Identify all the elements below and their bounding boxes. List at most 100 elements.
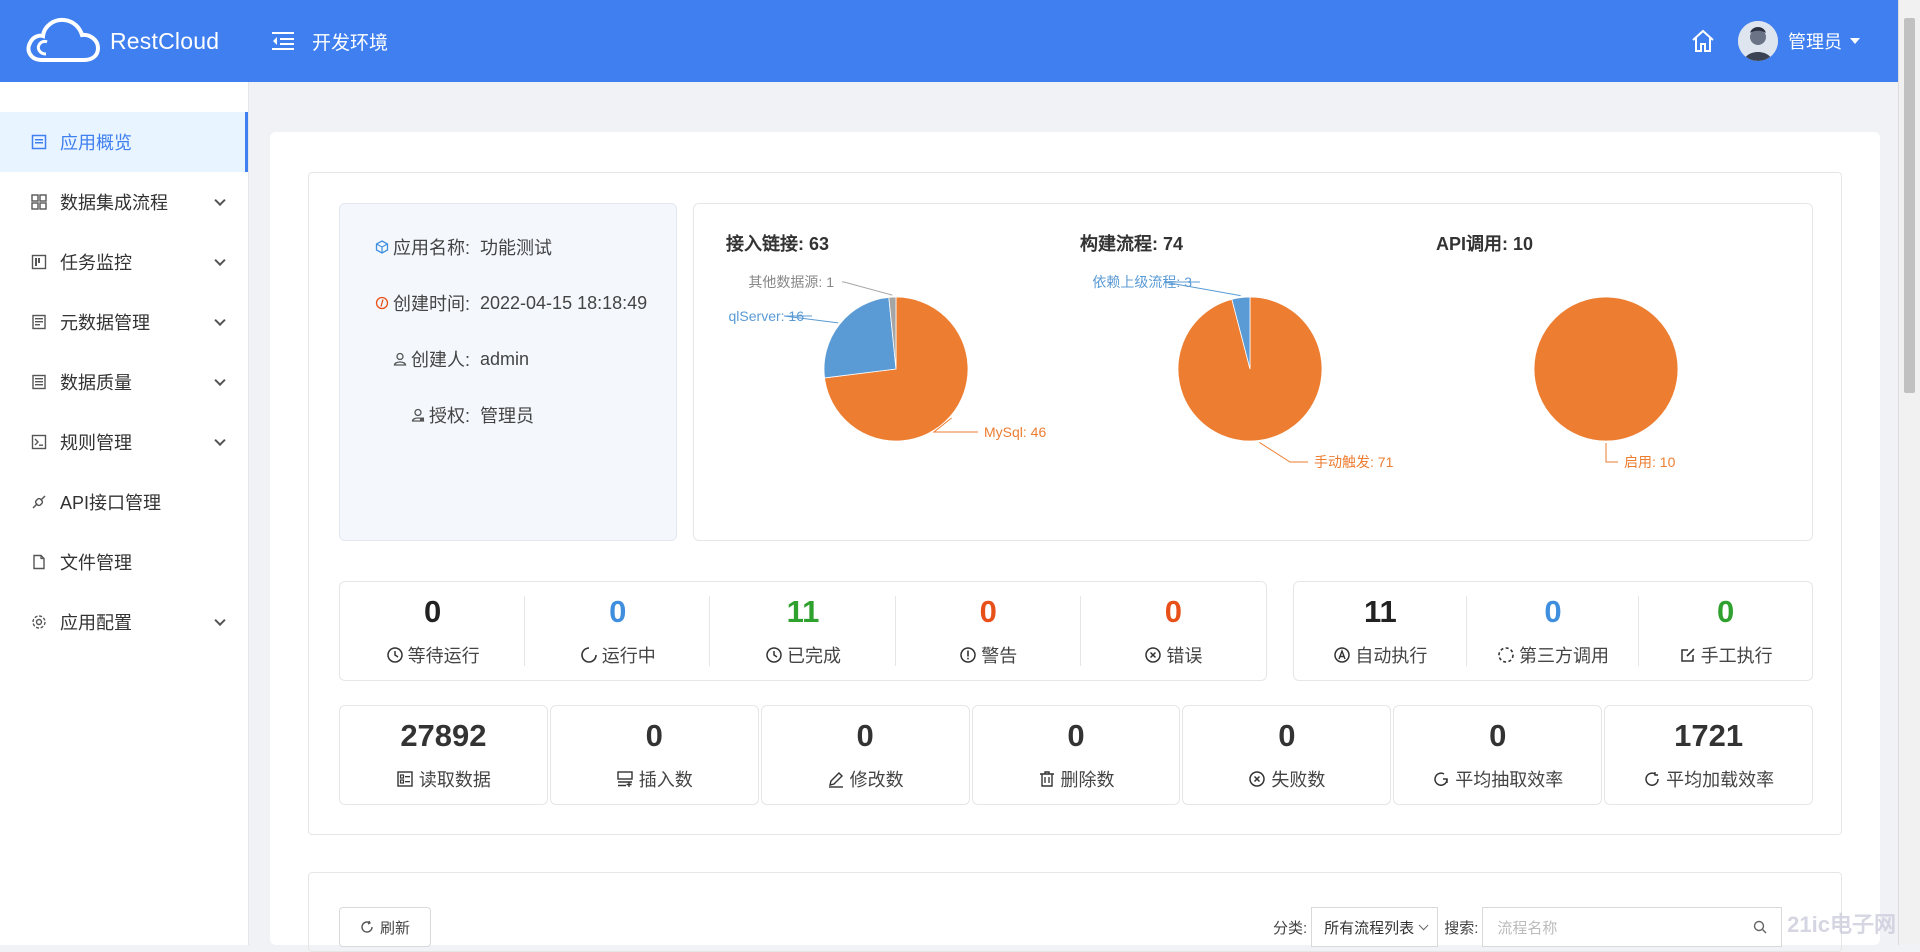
stat-value: 0	[1489, 718, 1506, 754]
stat-value: 27892	[400, 718, 486, 754]
environment-label: 开发环境	[312, 28, 388, 55]
refresh-icon	[1643, 770, 1661, 788]
stat-value: 11	[787, 594, 820, 630]
chevron-down-icon	[214, 315, 225, 326]
terminal-icon	[30, 433, 48, 451]
user-name[interactable]: 管理员	[1788, 28, 1842, 54]
search-placeholder: 流程名称	[1497, 917, 1557, 938]
stat-completed[interactable]: 11 已完成	[710, 582, 895, 680]
chevron-down-icon	[214, 435, 225, 446]
clock-check-icon	[765, 646, 783, 664]
stat-failed[interactable]: 0 失败数	[1182, 705, 1391, 805]
stat-error[interactable]: 0 错误	[1081, 582, 1266, 680]
category-select[interactable]: 所有流程列表	[1311, 907, 1438, 947]
stat-value: 0	[857, 718, 874, 754]
watermark: 21ic电子网	[1787, 907, 1896, 939]
stat-value: 0	[1165, 594, 1182, 630]
sidebar-item-app-config[interactable]: 应用配置	[0, 592, 248, 652]
avatar[interactable]	[1738, 21, 1778, 61]
category-label: 分类:	[1273, 917, 1307, 938]
pie-slice-启用[interactable]	[1534, 297, 1678, 441]
clock-icon	[386, 646, 404, 664]
stat-value: 0	[1067, 718, 1084, 754]
menu-toggle-icon[interactable]	[270, 28, 296, 54]
sidebar-item-label: 应用概览	[60, 129, 132, 155]
refresh-button[interactable]: 刷新	[339, 907, 431, 947]
stat-label: 手工执行	[1701, 642, 1773, 668]
logo[interactable]: RestCloud	[24, 14, 270, 68]
main-content: 应用名称: 功能测试 创建时间: 2022-04-15 18:18:49 创建人…	[270, 132, 1880, 945]
stat-label: 运行中	[602, 642, 656, 668]
user-icon	[393, 352, 407, 366]
sidebar-item-label: 元数据管理	[60, 309, 150, 335]
stat-label: 修改数	[850, 766, 904, 792]
search-icon[interactable]	[1753, 920, 1767, 934]
sidebar-item-metadata[interactable]: 元数据管理	[0, 292, 248, 352]
chevron-down-icon	[1419, 920, 1429, 930]
search-input[interactable]: 流程名称	[1482, 907, 1782, 947]
pie-slice-label: 依赖上级流程: 3	[1092, 274, 1192, 290]
sidebar: 应用概览 数据集成流程 任务监控 元数据管理 数据质量 规则管理	[0, 82, 249, 945]
stat-waiting[interactable]: 0 等待运行	[340, 582, 525, 680]
data-stats-row: 27892 读取数据 0 插入数 0 修改数 0 删除数 0 失败数 0 平均抽…	[339, 705, 1813, 805]
sidebar-item-rules[interactable]: 规则管理	[0, 412, 248, 472]
stat-modify[interactable]: 0 修改数	[761, 705, 970, 805]
stat-read-data[interactable]: 27892 读取数据	[339, 705, 548, 805]
app-name-row: 应用名称: 功能测试	[340, 234, 552, 260]
home-icon[interactable]	[1690, 28, 1716, 54]
api-icon	[30, 493, 48, 511]
chevron-down-icon	[214, 375, 225, 386]
stat-value: 0	[980, 594, 997, 630]
flow-list-panel: 刷新 分类: 所有流程列表 搜索: 流程名称	[308, 872, 1842, 952]
page-scrollbar[interactable]	[1898, 0, 1920, 945]
scrollbar-thumb[interactable]	[1904, 18, 1915, 393]
stat-auto-exec[interactable]: 11 自动执行	[1294, 582, 1467, 680]
top-header: RestCloud 开发环境 管理员	[0, 0, 1898, 82]
created-time-value: 2022-04-15 18:18:49	[480, 293, 647, 314]
sidebar-item-label: 文件管理	[60, 549, 132, 575]
stat-running[interactable]: 0 运行中	[525, 582, 710, 680]
file-icon	[30, 553, 48, 571]
stat-value: 0	[646, 718, 663, 754]
overview-icon	[30, 133, 48, 151]
pie-leader-line	[842, 282, 892, 295]
stat-warning[interactable]: 0 警告	[896, 582, 1081, 680]
created-time-row: 创建时间: 2022-04-15 18:18:49	[340, 290, 647, 316]
fail-icon	[1248, 770, 1266, 788]
warning-icon	[959, 646, 977, 664]
stat-value: 0	[424, 594, 441, 630]
sidebar-item-task-monitor[interactable]: 任务监控	[0, 232, 248, 292]
stat-delete[interactable]: 0 删除数	[972, 705, 1181, 805]
stat-value: 11	[1364, 594, 1397, 630]
dashed-circle-icon	[1497, 646, 1515, 664]
category-value: 所有流程列表	[1324, 917, 1414, 938]
grid-icon	[30, 193, 48, 211]
refresh-icon	[1432, 770, 1450, 788]
auth-row: 授权: 管理员	[340, 402, 534, 428]
auto-icon	[1333, 646, 1351, 664]
sidebar-item-label: 数据集成流程	[60, 189, 168, 215]
pie-slice-label: 手动触发: 71	[1314, 454, 1394, 470]
sidebar-item-overview[interactable]: 应用概览	[0, 112, 248, 172]
sidebar-item-data-quality[interactable]: 数据质量	[0, 352, 248, 412]
sidebar-item-integration-flow[interactable]: 数据集成流程	[0, 172, 248, 232]
chevron-down-icon[interactable]	[1850, 38, 1860, 44]
stat-label: 已完成	[787, 642, 841, 668]
sidebar-item-label: 数据质量	[60, 369, 132, 395]
stat-label: 读取数据	[419, 766, 491, 792]
stat-insert[interactable]: 0 插入数	[550, 705, 759, 805]
pie-slice-qlServer[interactable]	[824, 297, 896, 378]
stat-value: 0	[1717, 594, 1734, 630]
sidebar-item-api[interactable]: API接口管理	[0, 472, 248, 532]
stat-value: 0	[609, 594, 626, 630]
insert-icon	[616, 770, 634, 788]
stat-avg-extract[interactable]: 0 平均抽取效率	[1393, 705, 1602, 805]
stat-avg-load[interactable]: 1721 平均加载效率	[1604, 705, 1813, 805]
stat-third-party[interactable]: 0 第三方调用	[1467, 582, 1640, 680]
stat-manual-exec[interactable]: 0 手工执行	[1639, 582, 1812, 680]
pie-slice-label: MySql: 46	[984, 424, 1046, 440]
sidebar-item-files[interactable]: 文件管理	[0, 532, 248, 592]
pie-charts: MySql: 46qlServer: 16其他数据源: 1手动触发: 71依赖上…	[694, 204, 1812, 540]
overview-panel: 应用名称: 功能测试 创建时间: 2022-04-15 18:18:49 创建人…	[308, 172, 1842, 835]
brand-name: RestCloud	[110, 28, 219, 55]
